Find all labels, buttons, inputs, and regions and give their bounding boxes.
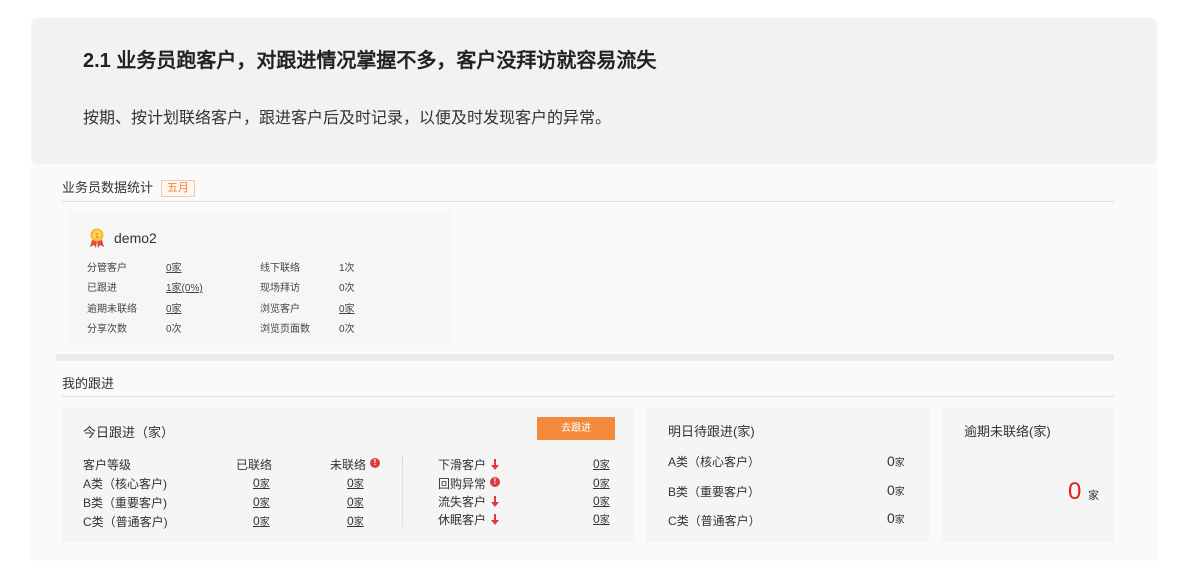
stat-value-browsed-customers[interactable]: 0家 — [339, 300, 355, 315]
alert-icon: ! — [490, 477, 500, 487]
arrow-down-icon — [491, 514, 499, 525]
stat-label: 浏览页面数 — [260, 324, 310, 335]
stat-label: 现场拜访 — [260, 283, 300, 294]
stat-label: 分享次数 — [87, 324, 127, 335]
c-not-contacted-count[interactable]: 0家 — [347, 513, 364, 528]
a-not-contacted-count[interactable]: 0家 — [347, 475, 364, 490]
stat-value-followed[interactable]: 1家(0%) — [166, 279, 203, 294]
stats-divider — [62, 201, 1114, 202]
lost-count[interactable]: 0家 — [593, 493, 610, 508]
banner-title: 2.1 业务员跑客户，对跟进情况掌握不多，客户没拜访就容易流失 — [83, 50, 657, 72]
level-label: A类（核心客户） — [668, 455, 761, 469]
column-divider — [402, 456, 403, 526]
stat-label: 已跟进 — [87, 283, 117, 294]
header-level: 客户等级 — [83, 458, 132, 472]
stat-value-managed[interactable]: 0家 — [166, 259, 182, 274]
stat-value-overdue[interactable]: 0家 — [166, 300, 182, 315]
tomorrow-c-count: 0家 — [887, 510, 905, 526]
banner-subtitle: 按期、按计划联络客户，跟进客户后及时记录，以便及时发现客户的异常。 — [83, 110, 612, 127]
b-not-contacted-count[interactable]: 0家 — [347, 494, 364, 509]
header-contacted: 已联络 — [236, 458, 273, 472]
today-title: 今日跟进（家） — [83, 425, 175, 440]
dormant-count[interactable]: 0家 — [593, 511, 610, 526]
overdue-title: 逾期未联络(家) — [964, 424, 1051, 439]
follow-section-title: 我的跟进 — [62, 376, 115, 391]
stat-value: 0次 — [339, 283, 355, 294]
follow-divider — [62, 396, 1114, 397]
stat-label: 浏览客户 — [260, 304, 300, 315]
declining-label: 下滑客户 — [438, 458, 487, 472]
declining-count[interactable]: 0家 — [593, 456, 610, 471]
dormant-label: 休眠客户 — [438, 513, 487, 527]
c-contacted-count[interactable]: 0家 — [253, 513, 270, 528]
username: demo2 — [114, 230, 157, 246]
arrow-down-icon — [491, 496, 499, 507]
svg-text:1: 1 — [95, 232, 99, 240]
tomorrow-b-count: 0家 — [887, 482, 905, 498]
a-contacted-count[interactable]: 0家 — [253, 475, 270, 490]
tomorrow-title: 明日待跟进(家) — [668, 424, 755, 439]
level-label: C类（普通客户） — [668, 514, 761, 528]
level-label: A类（核心客户) — [83, 477, 168, 491]
alert-icon: ! — [370, 458, 380, 468]
repurchase-label: 回购异常 — [438, 477, 487, 491]
stat-label: 分管客户 — [87, 263, 127, 274]
section-separator — [56, 354, 1114, 361]
intro-banner: 2.1 业务员跑客户，对跟进情况掌握不多，客户没拜访就容易流失 按期、按计划联络… — [31, 18, 1157, 164]
tomorrow-a-count: 0家 — [887, 453, 905, 469]
stat-label: 逾期未联络 — [87, 304, 137, 315]
overdue-unit: 家 — [1088, 490, 1099, 502]
arrow-down-icon — [491, 459, 499, 470]
b-contacted-count[interactable]: 0家 — [253, 494, 270, 509]
medal-icon: 1 — [90, 228, 104, 248]
stat-label: 线下联络 — [260, 263, 300, 274]
stats-section-title: 业务员数据统计 五月 — [62, 177, 196, 197]
level-label: B类（重要客户） — [668, 485, 761, 499]
repurchase-count[interactable]: 0家 — [593, 475, 610, 490]
overdue-count[interactable]: 0 — [1068, 478, 1081, 506]
month-badge[interactable]: 五月 — [161, 180, 196, 197]
header-not-contacted: 未联络 — [330, 458, 367, 472]
stat-value: 1次 — [339, 263, 355, 274]
go-follow-button[interactable]: 去跟进 — [537, 417, 615, 440]
stat-value: 0次 — [339, 324, 355, 335]
stat-value: 0次 — [166, 324, 182, 335]
level-label: C类（普通客户) — [83, 515, 168, 529]
lost-label: 流失客户 — [438, 495, 487, 509]
level-label: B类（重要客户) — [83, 496, 168, 510]
